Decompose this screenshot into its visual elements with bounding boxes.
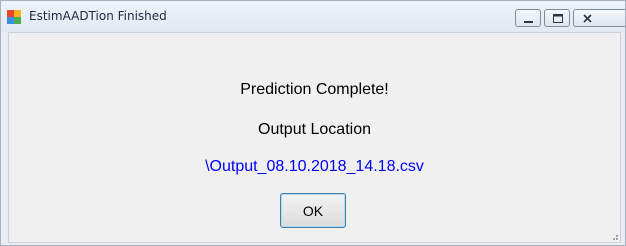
ok-button[interactable]: OK [280,193,346,228]
close-button[interactable] [573,9,625,27]
output-location-label: Output Location [258,121,371,138]
minimize-button[interactable] [515,9,541,27]
app-icon[interactable] [7,10,21,24]
dialog-window: EstimAADTion Finished Prediction Complet… [0,0,626,246]
maximize-icon [553,14,563,23]
minimize-icon [524,21,533,23]
close-icon [583,14,592,23]
completion-message: Prediction Complete! [240,81,389,98]
output-file-link[interactable]: \Output_08.10.2018_14.18.csv [9,158,620,176]
maximize-button[interactable] [544,9,570,27]
window-title: EstimAADTion Finished [29,9,167,23]
resize-grip-icon[interactable] [610,232,618,240]
title-bar[interactable]: EstimAADTion Finished [1,1,625,32]
dialog-body: Prediction Complete! Output Location \Ou… [8,32,621,243]
